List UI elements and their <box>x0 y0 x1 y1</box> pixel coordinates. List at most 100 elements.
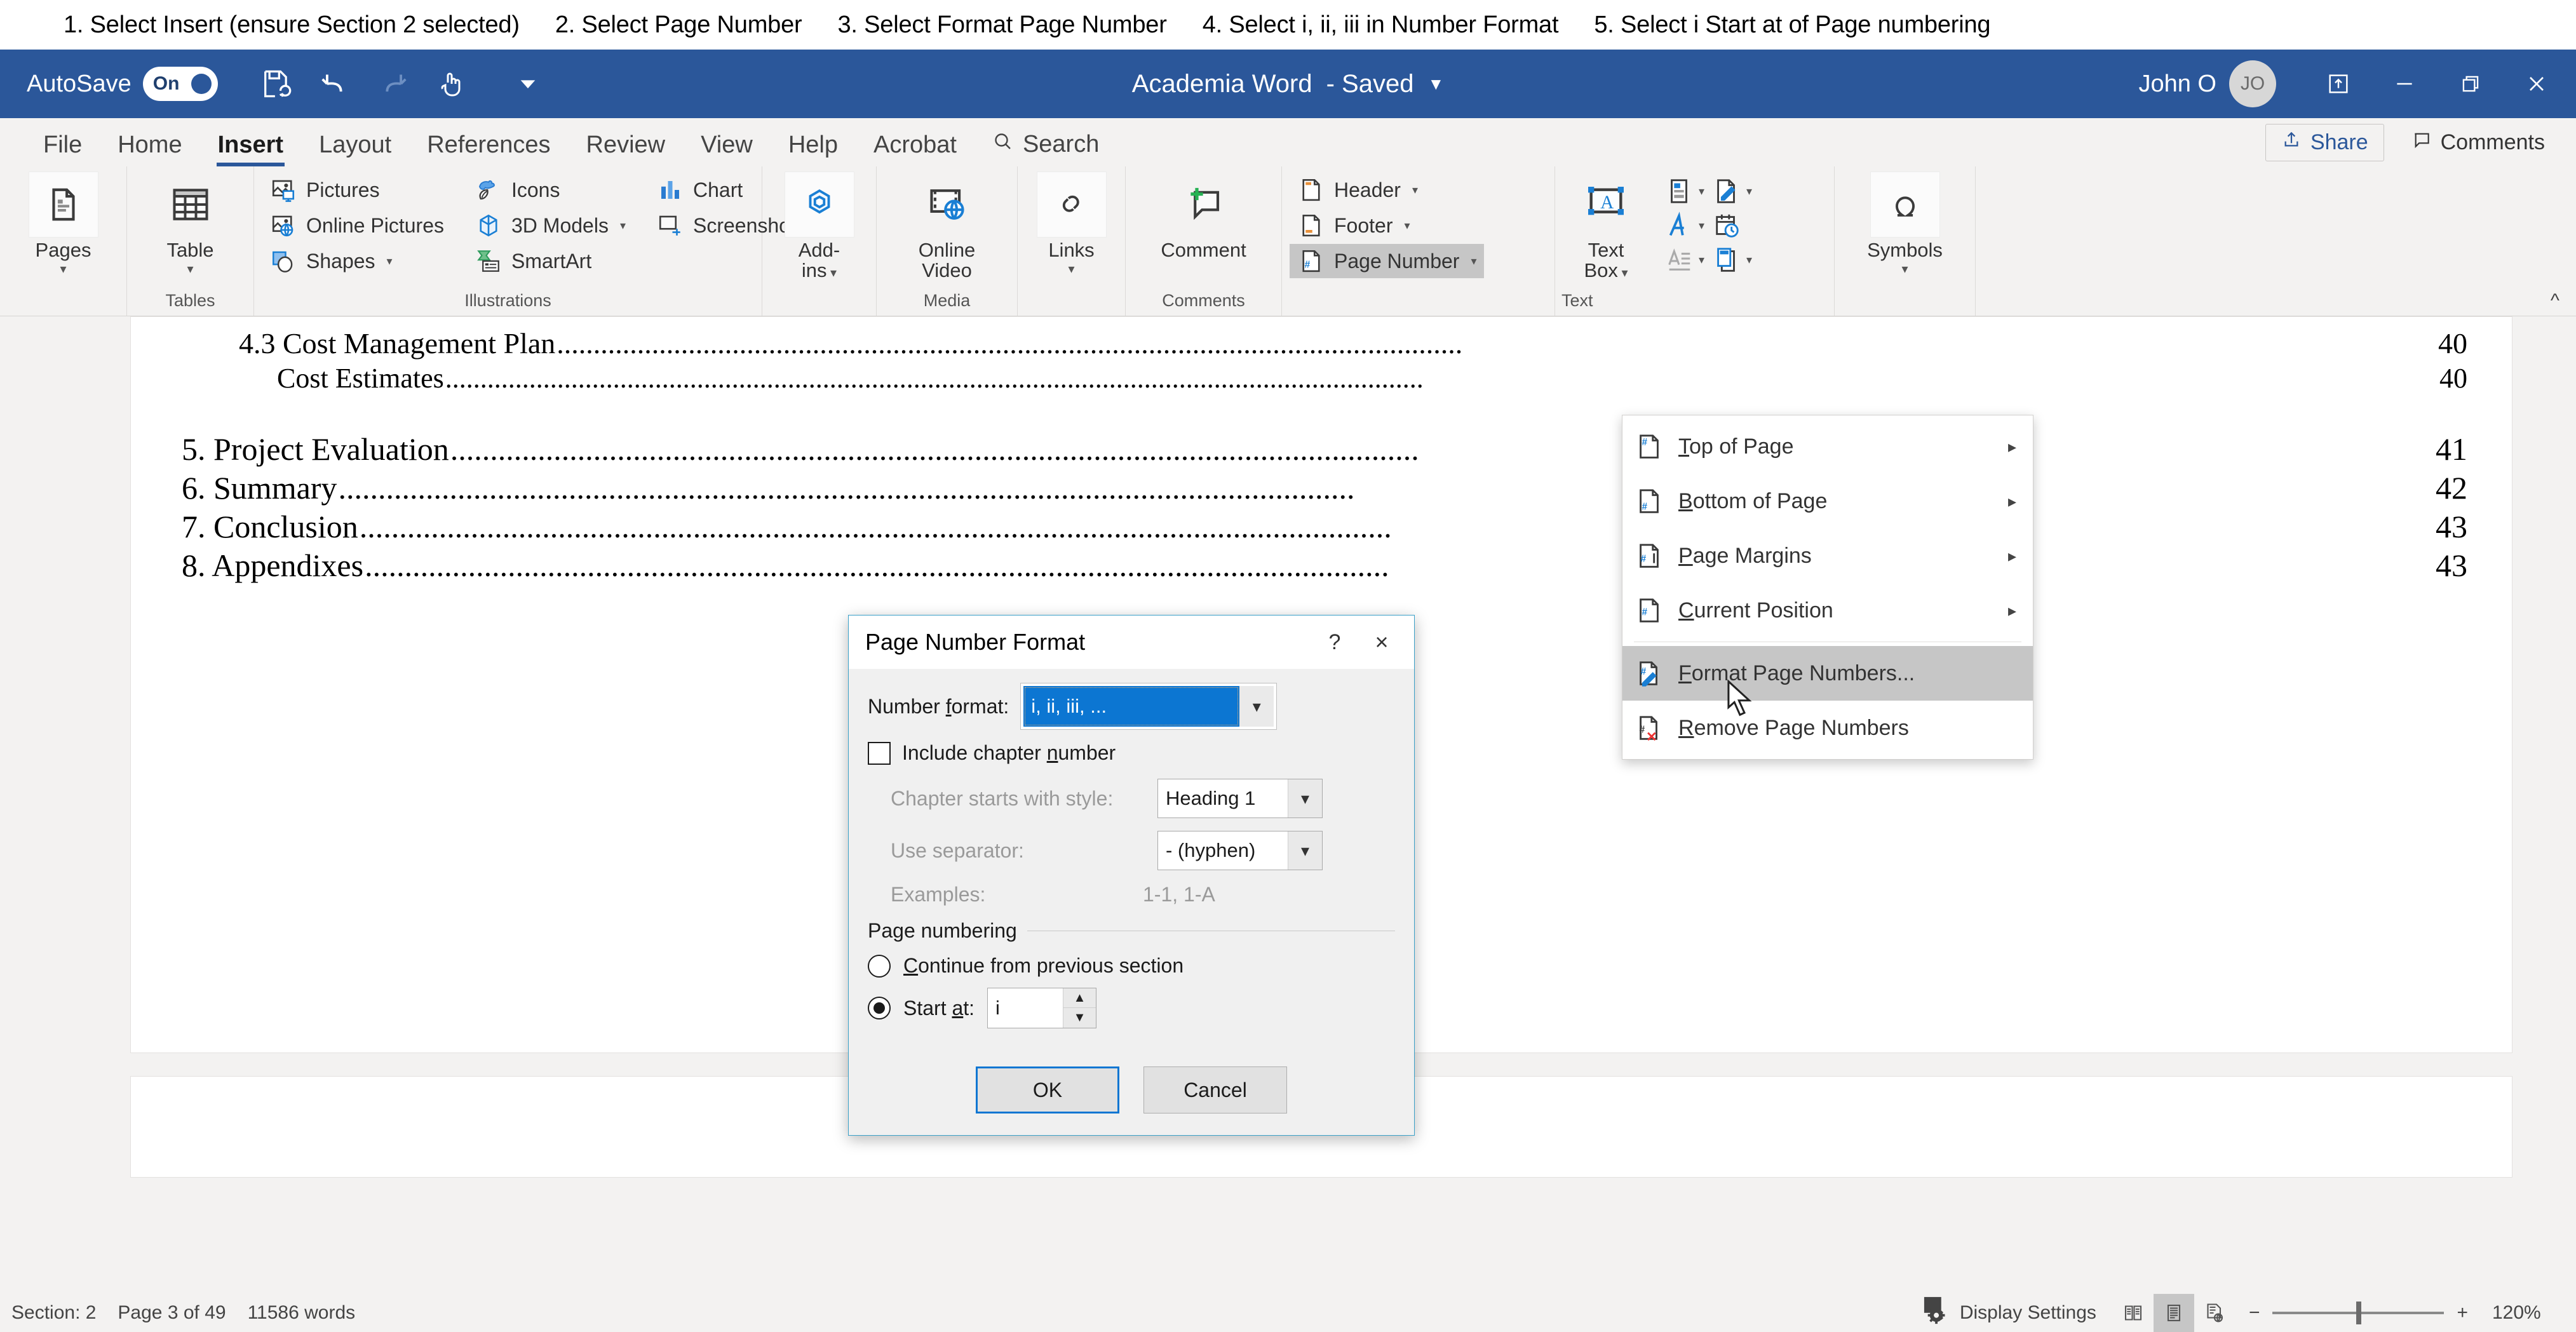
comment-button[interactable]: Comment <box>1152 172 1255 260</box>
include-chapter-row[interactable]: Include chapter number <box>868 741 1395 765</box>
symbols-chevron-down-icon[interactable]: ▾ <box>1901 263 1908 276</box>
drop-cap-button[interactable]: ▾ <box>1663 244 1704 276</box>
shapes-button[interactable]: Shapes ▾ <box>262 244 452 278</box>
tab-review[interactable]: Review <box>569 131 684 166</box>
pages-button[interactable]: Pages ▾ <box>20 172 107 276</box>
pages-chevron-down-icon[interactable]: ▾ <box>60 263 66 276</box>
signature-line-button[interactable]: ▾ <box>1711 175 1752 207</box>
start-at-radio[interactable] <box>868 997 891 1019</box>
tab-home[interactable]: Home <box>100 131 199 166</box>
continue-option-row[interactable]: Continue from previous section <box>868 954 1395 978</box>
3d-models-chevron-down-icon[interactable]: ▾ <box>620 219 626 232</box>
date-time-button[interactable] <box>1711 210 1743 241</box>
undo-icon[interactable] <box>306 58 364 110</box>
online-video-button[interactable]: Online Video <box>903 172 991 280</box>
3d-models-button[interactable]: 3D Models ▾ <box>467 208 633 243</box>
autosave-toggle[interactable]: AutoSave On <box>27 67 218 101</box>
toc-row[interactable]: 8. Appendixes ..........................… <box>175 546 2467 585</box>
wordart-button[interactable]: ▾ <box>1663 210 1704 241</box>
print-layout-icon[interactable] <box>2153 1294 2194 1332</box>
wordart-chevron-down-icon[interactable]: ▾ <box>1699 219 1704 232</box>
zoom-in-button[interactable]: + <box>2457 1302 2468 1324</box>
table-chevron-down-icon[interactable]: ▾ <box>187 263 193 276</box>
search-box[interactable]: Search <box>974 130 1116 166</box>
online-pictures-button[interactable]: Online Pictures <box>262 208 452 243</box>
redo-icon[interactable] <box>364 58 422 110</box>
close-icon[interactable] <box>2504 50 2570 118</box>
minimize-icon[interactable] <box>2371 50 2438 118</box>
toc-row[interactable]: 5. Project Evaluation ..................… <box>175 430 2467 469</box>
links-button[interactable]: Links ▾ <box>1028 172 1116 276</box>
zoom-slider[interactable] <box>2272 1302 2445 1324</box>
save-icon[interactable] <box>247 58 306 110</box>
header-chevron-down-icon[interactable]: ▾ <box>1412 184 1418 197</box>
title-dropdown-icon[interactable]: ▼ <box>1427 74 1444 94</box>
zoom-out-button[interactable]: − <box>2249 1302 2260 1324</box>
ribbon-display-options-icon[interactable] <box>2305 50 2371 118</box>
menu-item-remove-page-numbers[interactable]: # Remove Page Numbers <box>1622 701 2033 755</box>
object-chevron-down-icon[interactable]: ▾ <box>1746 253 1752 267</box>
page-number-button[interactable]: # Page Number ▾ <box>1290 244 1485 278</box>
object-button[interactable]: ▾ <box>1711 244 1752 276</box>
menu-item-page-margins[interactable]: # Page Margins ▸ <box>1622 528 2033 583</box>
avatar[interactable]: JO <box>2229 60 2276 107</box>
zoom-level[interactable]: 120% <box>2492 1302 2562 1324</box>
autosave-switch[interactable]: On <box>142 67 218 101</box>
tab-layout[interactable]: Layout <box>301 131 409 166</box>
menu-item-current-position[interactable]: # Current Position ▸ <box>1622 583 2033 638</box>
read-mode-icon[interactable] <box>2113 1294 2154 1332</box>
zoom-slider-handle[interactable] <box>2356 1302 2362 1324</box>
share-button[interactable]: Share <box>2265 124 2384 161</box>
drop-cap-chevron-down-icon[interactable]: ▾ <box>1699 253 1704 267</box>
table-button[interactable]: Table ▾ <box>147 172 234 276</box>
touch-mode-icon[interactable] <box>422 58 481 110</box>
tab-file[interactable]: File <box>25 131 100 166</box>
smartart-button[interactable]: SmartArt <box>467 244 633 278</box>
dialog-help-button[interactable]: ? <box>1312 630 1357 655</box>
signature-line-chevron-down-icon[interactable]: ▾ <box>1746 185 1752 198</box>
symbols-button[interactable]: Symbols ▾ <box>1858 172 1952 276</box>
restore-icon[interactable] <box>2438 50 2504 118</box>
text-box-chevron-down-icon[interactable]: ▾ <box>1618 266 1628 280</box>
tab-view[interactable]: View <box>683 131 771 166</box>
collapse-ribbon-icon[interactable]: ^ <box>2551 290 2559 312</box>
stepper-down-icon[interactable]: ▼ <box>1063 1008 1096 1028</box>
cancel-button[interactable]: Cancel <box>1143 1066 1287 1113</box>
toc-row[interactable]: Cost Estimates .........................… <box>175 361 2467 396</box>
start-at-option-row[interactable]: Start at: i ▲ ▼ <box>868 988 1395 1028</box>
icons-button[interactable]: Icons <box>467 173 633 207</box>
status-words[interactable]: 11586 words <box>248 1302 356 1324</box>
header-button[interactable]: Header ▾ <box>1290 173 1484 207</box>
separator-select[interactable]: - (hyphen) ▾ <box>1157 831 1323 870</box>
comments-button[interactable]: Comments <box>2395 124 2561 161</box>
status-section[interactable]: Section: 2 <box>11 1302 96 1324</box>
chevron-down-icon[interactable]: ▾ <box>1288 831 1322 870</box>
start-at-stepper[interactable]: i ▲ ▼ <box>987 988 1097 1028</box>
quick-parts-button[interactable]: ▾ <box>1663 175 1704 207</box>
addins-button[interactable]: Add-ins ▾ <box>776 172 863 280</box>
toc-row[interactable]: 7. Conclusion ..........................… <box>175 508 2467 546</box>
footer-button[interactable]: Footer ▾ <box>1290 208 1484 243</box>
web-layout-icon[interactable] <box>2194 1294 2235 1332</box>
tab-acrobat[interactable]: Acrobat <box>856 131 974 166</box>
customize-qat-icon[interactable] <box>499 58 557 110</box>
display-settings-button[interactable]: Display Settings <box>1923 1296 2096 1330</box>
quick-parts-chevron-down-icon[interactable]: ▾ <box>1699 185 1704 198</box>
dialog-close-button[interactable]: × <box>1357 629 1406 656</box>
chevron-down-icon[interactable]: ▾ <box>1239 686 1274 727</box>
document-title-area[interactable]: Academia Word - Saved ▼ <box>1132 70 1444 98</box>
footer-chevron-down-icon[interactable]: ▾ <box>1404 219 1410 232</box>
continue-radio[interactable] <box>868 954 891 978</box>
text-box-button[interactable]: A Text Box ▾ <box>1555 172 1657 280</box>
menu-item-bottom-of-page[interactable]: # Bottom of Page ▸ <box>1622 474 2033 528</box>
tab-insert[interactable]: Insert <box>200 131 301 166</box>
shapes-chevron-down-icon[interactable]: ▾ <box>387 255 393 268</box>
ok-button[interactable]: OK <box>976 1066 1119 1113</box>
status-page[interactable]: Page 3 of 49 <box>118 1302 226 1324</box>
links-chevron-down-icon[interactable]: ▾ <box>1068 263 1074 276</box>
toc-row[interactable]: 6. Summary .............................… <box>175 469 2467 508</box>
tab-references[interactable]: References <box>409 131 568 166</box>
menu-item-top-of-page[interactable]: # Top of Page ▸ <box>1622 419 2033 474</box>
page-number-chevron-down-icon[interactable]: ▾ <box>1471 255 1476 268</box>
addins-chevron-down-icon[interactable]: ▾ <box>827 266 837 280</box>
